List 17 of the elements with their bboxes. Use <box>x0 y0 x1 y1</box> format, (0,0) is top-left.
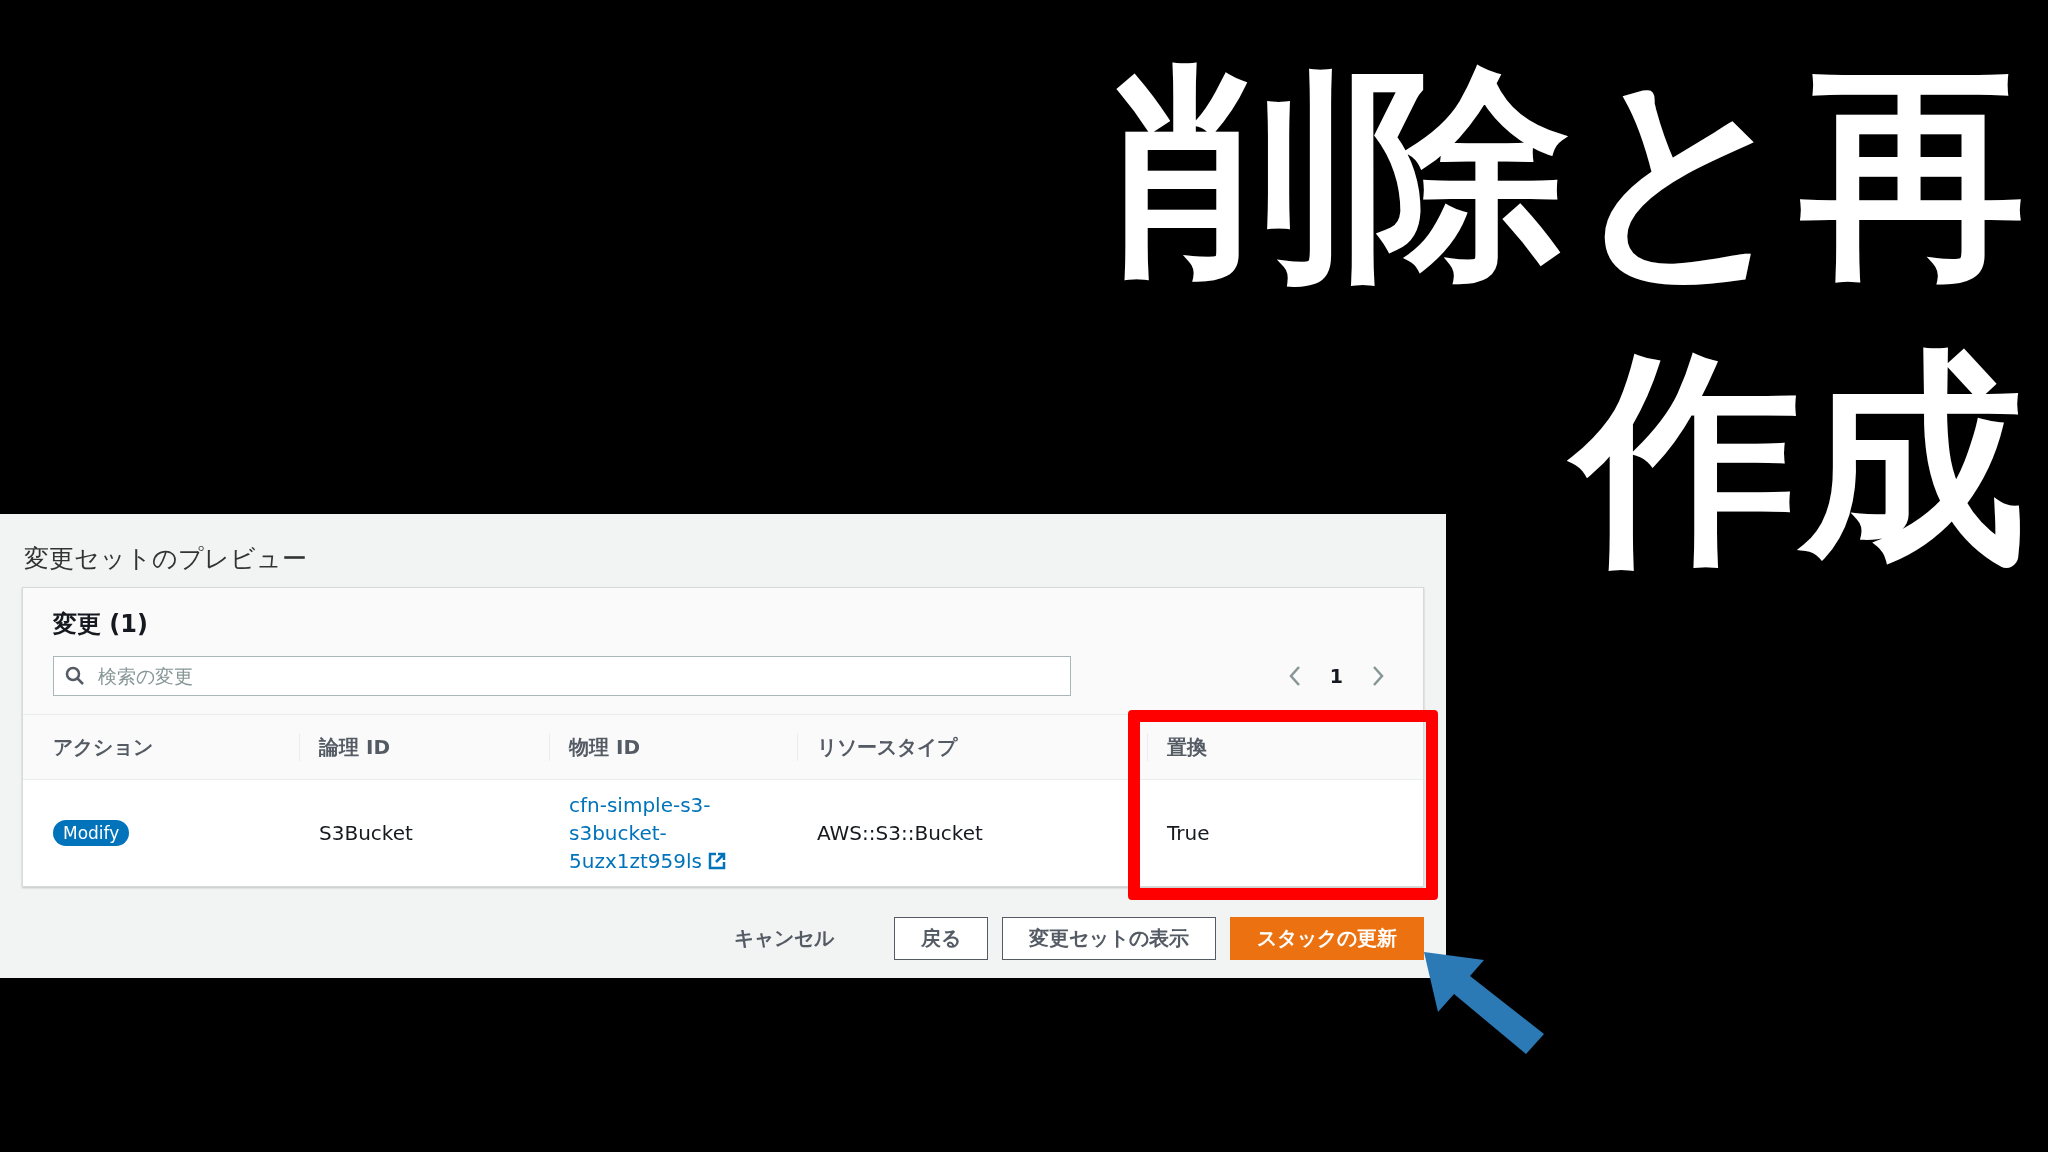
changes-heading: 変更 (1) <box>52 609 149 640</box>
table-cell: AWS::S3::Bucket <box>797 780 1147 886</box>
table-cell: True <box>1147 780 1423 886</box>
external-link-icon <box>708 852 727 870</box>
secondary-button[interactable]: 戻る <box>894 917 988 960</box>
headline-text: 削除と再 <box>1115 39 2027 307</box>
table-cell: S3Bucket <box>299 780 549 886</box>
next-page-icon[interactable] <box>1371 665 1385 687</box>
cancel-link[interactable]: キャンセル <box>708 917 860 960</box>
action-badge: Modify <box>53 820 130 846</box>
search-field[interactable]: 検索の変更 <box>53 656 1071 696</box>
page-number[interactable]: 1 <box>1329 665 1343 687</box>
headline-text: 作成 <box>1560 315 2040 600</box>
previous-page-icon[interactable] <box>1287 665 1302 687</box>
panel-title: 変更セットのプレビュー <box>24 543 308 575</box>
pointer-arrow-icon <box>1422 950 1546 1056</box>
secondary-button[interactable]: 変更セットの表示 <box>1002 917 1216 960</box>
